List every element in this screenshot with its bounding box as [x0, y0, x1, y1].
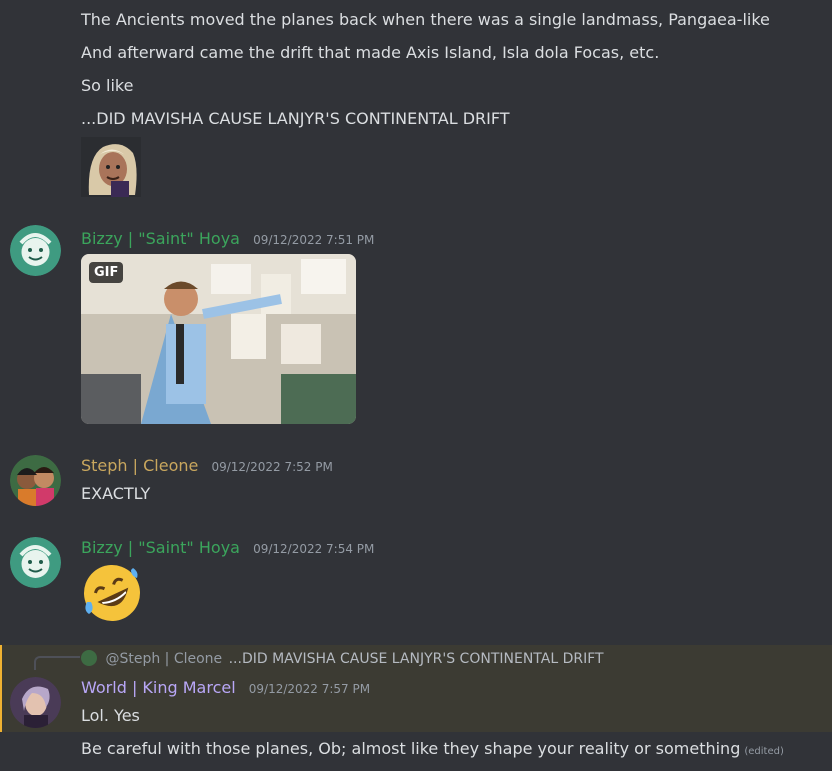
reply-spine [34, 656, 80, 670]
message-header: Bizzy | "Saint" Hoya 09/12/2022 7:54 PM [81, 537, 374, 559]
crying-face-emoji-icon[interactable] [81, 137, 141, 197]
timestamp: 09/12/2022 7:57 PM [248, 682, 371, 696]
reply-preview[interactable]: @Steph | Cleone ...DID MAVISHA CAUSE LAN… [81, 650, 604, 668]
message-header: Steph | Cleone 09/12/2022 7:52 PM [81, 455, 333, 477]
timestamp: 09/12/2022 7:52 PM [211, 460, 333, 474]
gif-badge: GIF [89, 262, 124, 283]
message-line: And afterward came the drift that made A… [81, 43, 660, 62]
avatar[interactable] [10, 225, 61, 276]
message-line: So like [81, 76, 134, 95]
avatar[interactable] [10, 677, 61, 728]
username[interactable]: Bizzy | "Saint" Hoya [81, 229, 240, 248]
message-line: The Ancients moved the planes back when … [81, 10, 770, 29]
reply-text: ...DID MAVISHA CAUSE LANJYR'S CONTINENTA… [228, 651, 604, 667]
message-line: Be careful with those planes, Ob; almost… [81, 738, 784, 763]
username[interactable]: Bizzy | "Saint" Hoya [81, 538, 240, 557]
reply-mention[interactable]: @Steph | Cleone [105, 651, 222, 667]
mention-highlight-bar [0, 645, 2, 732]
timestamp: 09/12/2022 7:54 PM [253, 542, 375, 556]
rolling-on-floor-laughing-emoji-icon[interactable] [81, 562, 143, 624]
edited-tag: (edited) [744, 746, 784, 757]
timestamp: 09/12/2022 7:51 PM [253, 233, 375, 247]
message-text: Lol. Yes [81, 706, 140, 725]
username[interactable]: Steph | Cleone [81, 456, 198, 475]
gif-attachment[interactable]: GIF [81, 254, 356, 424]
message-text: Be careful with those planes, Ob; almost… [81, 739, 741, 758]
avatar[interactable] [10, 537, 61, 588]
message-header: World | King Marcel 09/12/2022 7:57 PM [81, 677, 370, 699]
message-text: EXACTLY [81, 484, 151, 503]
username[interactable]: World | King Marcel [81, 678, 236, 697]
reply-avatar [81, 650, 97, 666]
avatar[interactable] [10, 455, 61, 506]
message-line: ...DID MAVISHA CAUSE LANJYR'S CONTINENTA… [81, 109, 510, 128]
message-header: Bizzy | "Saint" Hoya 09/12/2022 7:51 PM [81, 228, 374, 250]
